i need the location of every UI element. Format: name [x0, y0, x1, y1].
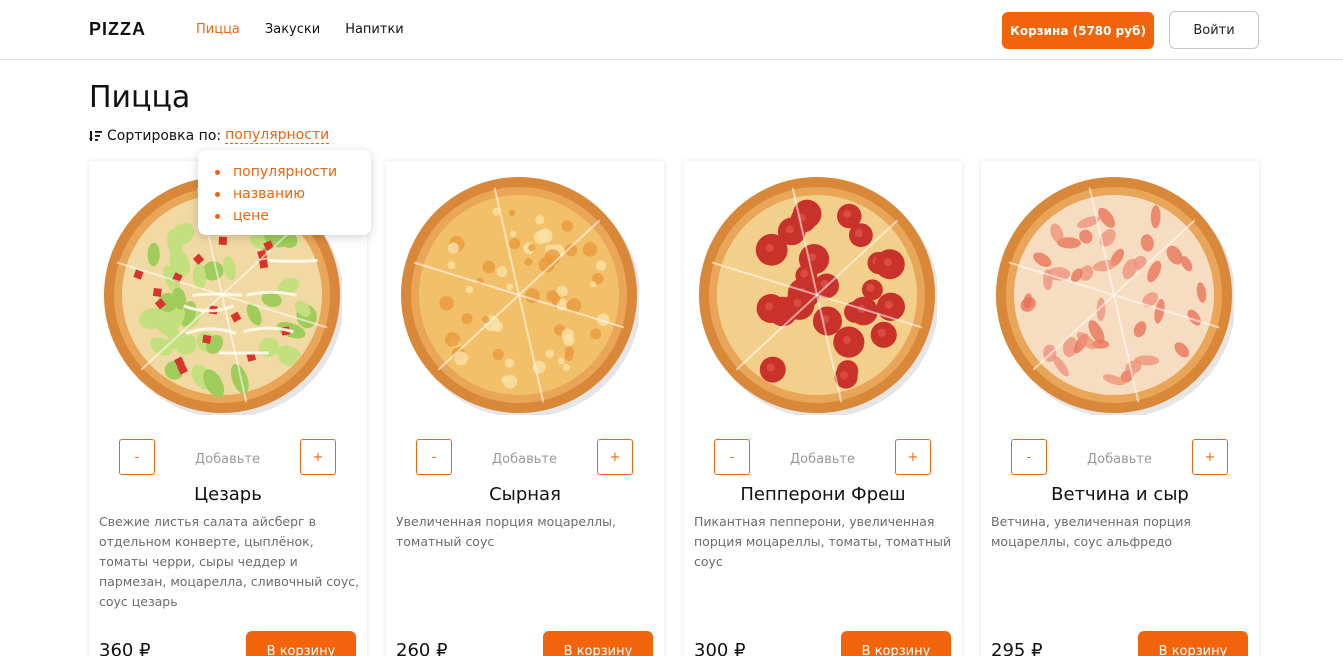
- main-nav: Пицца Закуски Напитки: [196, 22, 429, 37]
- bullet-icon: [215, 191, 220, 197]
- add-to-cart-button[interactable]: В корзину: [543, 631, 653, 656]
- product-name: Ветчина и сыр: [1051, 484, 1189, 505]
- decrease-quantity-button[interactable]: -: [119, 439, 155, 475]
- nav-item-drinks[interactable]: Напитки: [345, 22, 404, 37]
- product-description: Свежие листья салата айсберг в отдельном…: [99, 514, 360, 609]
- sort-icon: [89, 130, 102, 141]
- bullet-icon: [215, 213, 220, 219]
- decrease-quantity-button[interactable]: -: [416, 439, 452, 475]
- product-price: 295 ₽: [991, 640, 1043, 656]
- sort-value-link[interactable]: популярности: [225, 127, 330, 144]
- decrease-quantity-button[interactable]: -: [714, 439, 750, 475]
- cart-button[interactable]: Корзина (5780 руб): [1002, 12, 1154, 49]
- product-card: - Добавьте + Ветчина и сыр Ветчина, увел…: [981, 161, 1259, 656]
- product-price: 260 ₽: [396, 640, 448, 656]
- quantity-label: Добавьте: [790, 452, 855, 467]
- product-description: Ветчина, увеличенная порция моцареллы, с…: [991, 514, 1191, 549]
- logo[interactable]: PIZZA: [89, 19, 146, 40]
- add-to-cart-button[interactable]: В корзину: [246, 631, 356, 656]
- site-header: PIZZA Пицца Закуски Напитки Корзина (578…: [0, 0, 1343, 60]
- increase-quantity-button[interactable]: +: [597, 439, 633, 475]
- sort-dropdown: популярности названию цене: [198, 150, 371, 235]
- product-card: - Добавьте + Пепперони Фреш Пикантная пе…: [684, 161, 962, 656]
- product-name: Пепперони Фреш: [740, 484, 906, 505]
- login-button[interactable]: Войти: [1169, 11, 1259, 49]
- quantity-label: Добавьте: [492, 452, 557, 467]
- quantity-label: Добавьте: [1087, 452, 1152, 467]
- pizza-image-ham: [996, 177, 1234, 415]
- increase-quantity-button[interactable]: +: [300, 439, 336, 475]
- sort-label: Сортировка по:: [107, 127, 222, 144]
- product-description: Увеличенная порция моцареллы, томатный с…: [396, 514, 616, 549]
- product-price: 360 ₽: [99, 640, 151, 656]
- product-card: - Добавьте + Цезарь Свежие листья салата…: [89, 161, 367, 656]
- product-price: 300 ₽: [694, 640, 746, 656]
- add-to-cart-button[interactable]: В корзину: [1138, 631, 1248, 656]
- sort-option-name[interactable]: названию: [215, 183, 371, 205]
- quantity-label: Добавьте: [195, 452, 260, 467]
- bullet-icon: [215, 169, 220, 175]
- product-description: Пикантная пепперони, увеличенная порция …: [694, 514, 952, 569]
- pizza-image-pepperoni: [699, 177, 937, 415]
- product-name: Цезарь: [194, 484, 262, 505]
- page-title: Пицца: [89, 80, 191, 115]
- decrease-quantity-button[interactable]: -: [1011, 439, 1047, 475]
- increase-quantity-button[interactable]: +: [1192, 439, 1228, 475]
- product-card: - Добавьте + Сырная Увеличенная порция м…: [386, 161, 664, 656]
- product-name: Сырная: [489, 484, 561, 505]
- increase-quantity-button[interactable]: +: [895, 439, 931, 475]
- sort-option-popularity[interactable]: популярности: [215, 161, 371, 183]
- add-to-cart-button[interactable]: В корзину: [841, 631, 951, 656]
- sort-control: Сортировка по: популярности: [89, 127, 330, 144]
- pizza-image-cheese: [401, 177, 639, 415]
- sort-option-price[interactable]: цене: [215, 205, 371, 227]
- nav-item-pizza[interactable]: Пицца: [196, 22, 240, 37]
- nav-item-snacks[interactable]: Закуски: [265, 22, 320, 37]
